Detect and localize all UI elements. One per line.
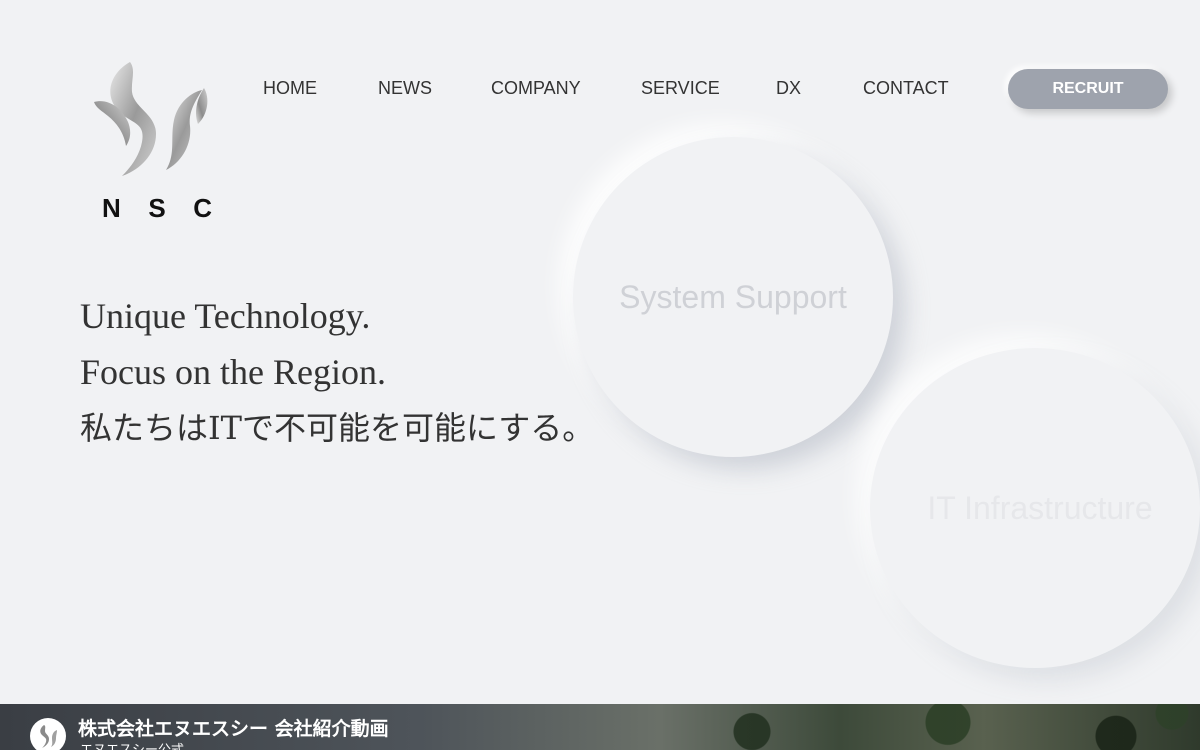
brand-logo[interactable]: N S C — [82, 58, 222, 228]
hero-copy: Unique Technology. Focus on the Region. … — [80, 288, 594, 456]
brand-letter: S — [148, 193, 166, 223]
service-label: IT Infrastructure — [927, 490, 1153, 526]
page: N S C HOME NEWS COMPANY SERVICE DX CONTA… — [0, 0, 1200, 750]
nav-item-dx[interactable]: DX — [776, 78, 801, 99]
company-video-embed[interactable]: 株式会社エヌエスシー 会社紹介動画 エヌエスシー公式 — [0, 704, 1200, 750]
nav-item-service[interactable]: SERVICE — [641, 78, 720, 99]
hero-line: Focus on the Region. — [80, 352, 386, 392]
swirl-logo-icon — [40, 725, 57, 748]
video-title[interactable]: 株式会社エヌエスシー 会社紹介動画 — [78, 714, 389, 741]
hero-line: Unique Technology. — [80, 296, 371, 336]
swirl-logo-icon — [94, 62, 208, 176]
channel-avatar[interactable] — [30, 718, 66, 750]
service-label: System Support — [619, 279, 847, 315]
service-circle-it-infrastructure[interactable]: IT Infrastructure — [870, 348, 1200, 668]
nav-item-news[interactable]: NEWS — [378, 78, 432, 99]
hero-line: 私たちはITで不可能を可能にする。 — [80, 409, 595, 447]
service-circle-system-support[interactable]: System Support — [573, 137, 893, 457]
brand-letter: C — [193, 193, 212, 223]
nav-item-company[interactable]: COMPANY — [491, 78, 581, 99]
brand-wordmark: N S C — [102, 193, 212, 224]
video-channel-name[interactable]: エヌエスシー公式 — [80, 739, 184, 750]
nav-item-home[interactable]: HOME — [263, 78, 317, 99]
brand-letter: N — [102, 193, 121, 223]
nav-item-contact[interactable]: CONTACT — [863, 78, 949, 99]
video-thumbnail — [640, 704, 1200, 750]
recruit-button[interactable]: RECRUIT — [1008, 69, 1168, 109]
